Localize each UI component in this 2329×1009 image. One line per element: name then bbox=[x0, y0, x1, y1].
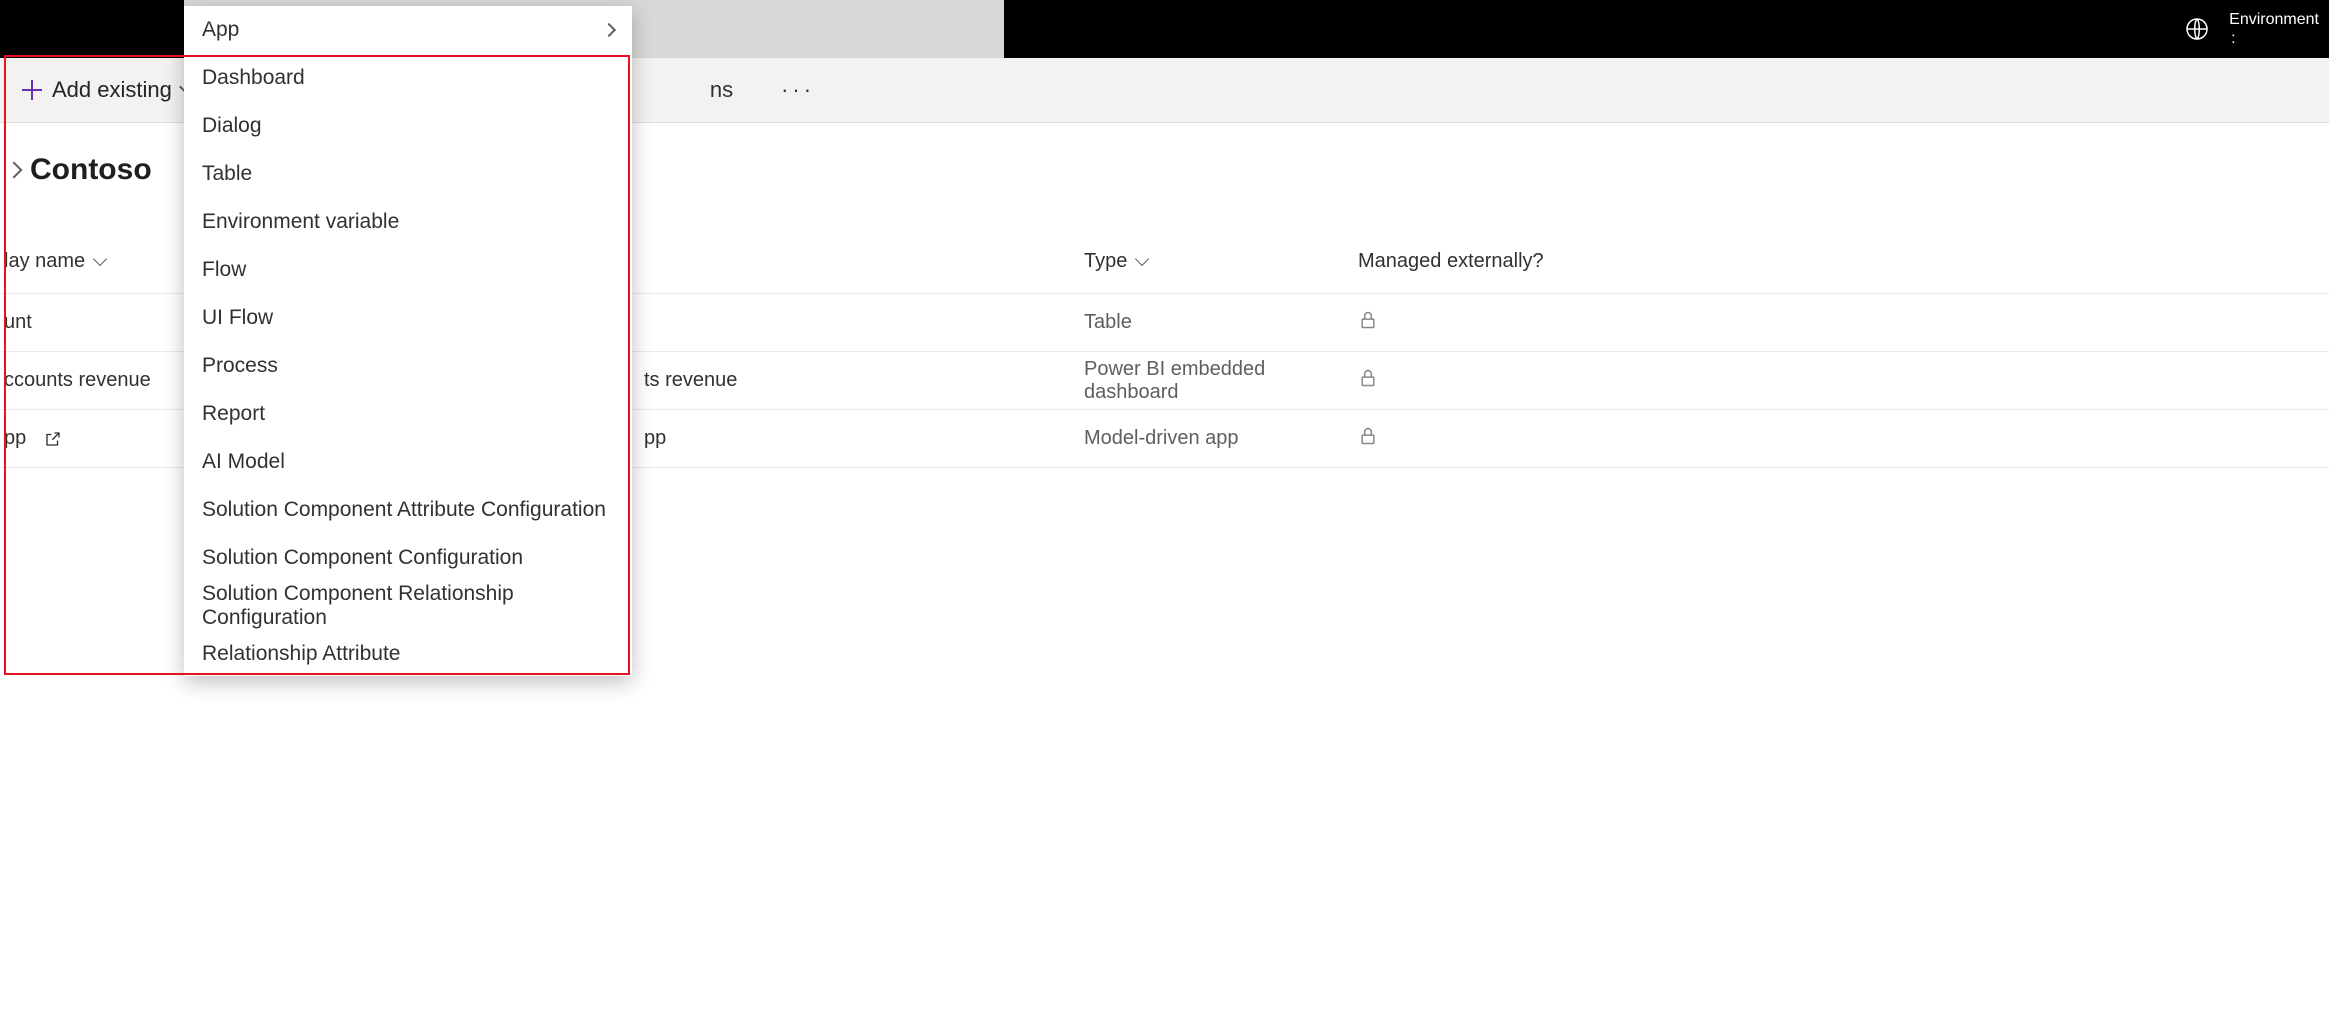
environment-label: Environment bbox=[2229, 10, 2319, 29]
row-display-name: unt bbox=[4, 311, 32, 334]
chevron-down-icon bbox=[1135, 251, 1149, 265]
lock-icon bbox=[1358, 313, 1378, 335]
dropdown-item-label: Relationship Attribute bbox=[202, 642, 400, 666]
page-title-row: Contoso bbox=[8, 135, 152, 205]
row-secondary-name: ts revenue bbox=[640, 369, 1080, 392]
dropdown-item[interactable]: Relationship Attribute bbox=[184, 630, 632, 676]
dropdown-item-label: Flow bbox=[202, 258, 246, 282]
dropdown-item-label: Environment variable bbox=[202, 210, 399, 234]
globe-icon bbox=[2185, 17, 2209, 41]
add-existing-label: Add existing bbox=[52, 77, 172, 103]
dropdown-item[interactable]: Table bbox=[184, 150, 632, 198]
row-managed-externally bbox=[1354, 426, 2329, 452]
row-managed-externally bbox=[1354, 310, 2329, 336]
dropdown-item[interactable]: Solution Component Relationship Configur… bbox=[184, 582, 632, 630]
row-type: Model-driven app bbox=[1080, 427, 1354, 450]
page-title: Contoso bbox=[30, 153, 152, 187]
dropdown-item[interactable]: Solution Component Configuration bbox=[184, 534, 632, 582]
dropdown-item-label: Report bbox=[202, 402, 265, 426]
open-external-icon[interactable] bbox=[44, 430, 62, 448]
dropdown-item-label: App bbox=[202, 18, 239, 42]
dropdown-item[interactable]: UI Flow bbox=[184, 294, 632, 342]
row-display-name: ccounts revenue bbox=[4, 369, 151, 392]
lock-icon bbox=[1358, 429, 1378, 451]
add-existing-button[interactable]: Add existing bbox=[18, 71, 200, 109]
column-header-type-label: Type bbox=[1084, 250, 1127, 273]
dropdown-item-label: Solution Component Attribute Configurati… bbox=[202, 498, 606, 522]
dropdown-item[interactable]: AI Model bbox=[184, 438, 632, 486]
dropdown-item[interactable]: Dashboard bbox=[184, 54, 632, 102]
column-header-type[interactable]: Type bbox=[1080, 250, 1354, 273]
dropdown-item-label: Dashboard bbox=[202, 66, 305, 90]
dropdown-item[interactable]: App bbox=[184, 6, 632, 54]
dropdown-item-label: Solution Component Relationship Configur… bbox=[202, 582, 614, 630]
plus-icon bbox=[22, 80, 42, 100]
dropdown-item-label: Dialog bbox=[202, 114, 262, 138]
dropdown-item-label: UI Flow bbox=[202, 306, 273, 330]
row-managed-externally bbox=[1354, 368, 2329, 394]
row-type: Table bbox=[1080, 311, 1354, 334]
dropdown-item[interactable]: Flow bbox=[184, 246, 632, 294]
command-partial-text: ns bbox=[710, 77, 733, 103]
add-existing-dropdown: App Dashboard Dialog Table Environment varia… bbox=[184, 6, 632, 676]
dropdown-item-label: Process bbox=[202, 354, 278, 378]
column-header-managed-externally[interactable]: Managed externally? bbox=[1354, 250, 2329, 273]
row-type: Power BI embedded dashboard bbox=[1080, 358, 1354, 404]
dropdown-item-label: Table bbox=[202, 162, 252, 186]
lock-icon bbox=[1358, 371, 1378, 393]
dropdown-item-label: AI Model bbox=[202, 450, 285, 474]
row-display-name: pp bbox=[4, 427, 26, 450]
dropdown-item[interactable]: Dialog bbox=[184, 102, 632, 150]
dropdown-item-label: Solution Component Configuration bbox=[202, 546, 523, 570]
expand-caret-icon[interactable] bbox=[6, 162, 23, 179]
chevron-down-icon bbox=[93, 251, 107, 265]
environment-picker[interactable]: Environment : bbox=[2185, 0, 2319, 58]
more-commands-button[interactable]: ··· bbox=[773, 77, 823, 103]
dropdown-item[interactable]: Report bbox=[184, 390, 632, 438]
dropdown-item[interactable]: Solution Component Attribute Configurati… bbox=[184, 486, 632, 534]
dropdown-item[interactable]: Process bbox=[184, 342, 632, 390]
column-header-display-name-label: lay name bbox=[4, 250, 85, 273]
dropdown-item[interactable]: Environment variable bbox=[184, 198, 632, 246]
column-header-managed-externally-label: Managed externally? bbox=[1358, 250, 1544, 272]
chevron-right-icon bbox=[602, 23, 616, 37]
environment-colon: : bbox=[2231, 30, 2319, 48]
row-secondary-name: pp bbox=[640, 427, 1080, 450]
